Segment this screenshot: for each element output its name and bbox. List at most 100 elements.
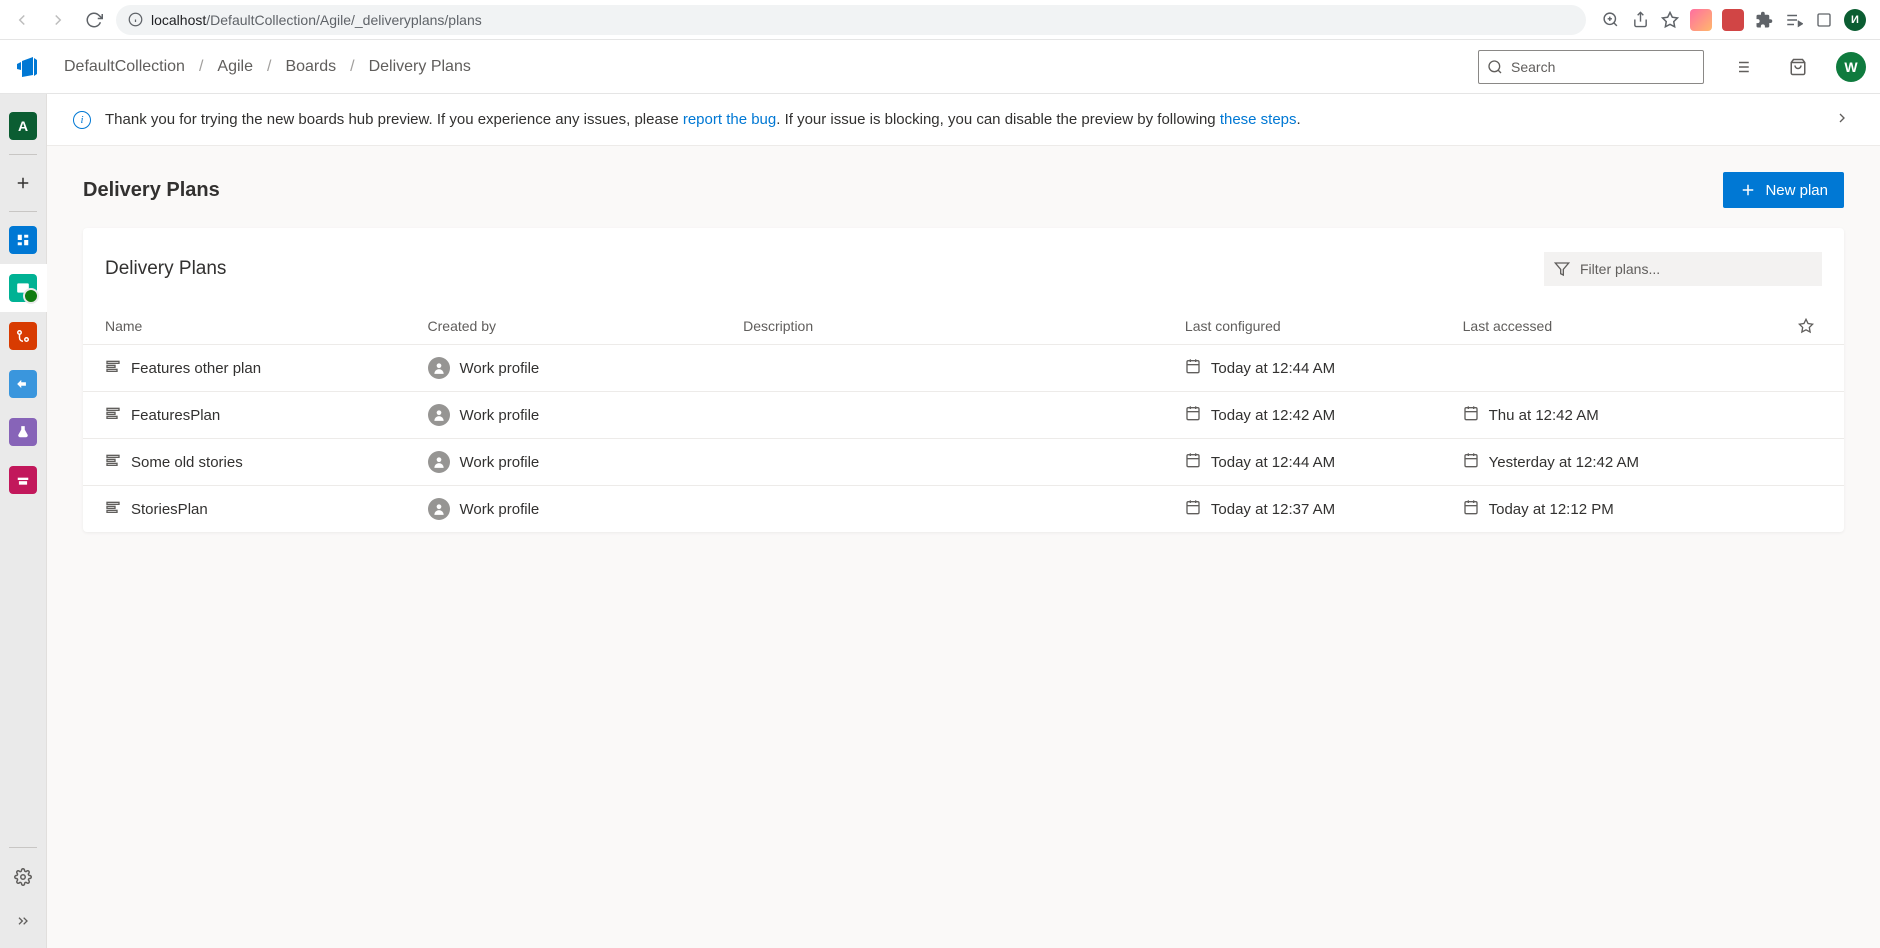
plans-table: Name Created by Description Last configu…: [83, 308, 1844, 532]
banner-next-button[interactable]: [1830, 106, 1854, 134]
rail-separator: [9, 154, 37, 155]
last-accessed-text: Yesterday at 12:42 AM: [1489, 454, 1639, 471]
bookmark-button[interactable]: [1660, 10, 1680, 30]
plan-icon: [105, 452, 121, 472]
expand-tile[interactable]: [0, 902, 47, 940]
filter-input[interactable]: [1580, 261, 1812, 277]
main-content: i Thank you for trying the new boards hu…: [47, 94, 1880, 948]
col-favorite[interactable]: [1768, 308, 1844, 345]
gear-icon: [14, 868, 32, 886]
forward-button[interactable]: [44, 6, 72, 34]
filter-box[interactable]: [1544, 252, 1822, 286]
reload-icon: [85, 11, 103, 29]
share-icon: [1632, 11, 1649, 28]
left-rail: A: [0, 94, 47, 948]
last-accessed-text: Thu at 12:42 AM: [1489, 407, 1599, 424]
playlist-button[interactable]: [1784, 10, 1804, 30]
calendar-icon: [1185, 499, 1201, 519]
back-button[interactable]: [8, 6, 36, 34]
overview-tile[interactable]: [0, 216, 47, 264]
browser-profile-avatar[interactable]: И: [1844, 9, 1866, 31]
card-title: Delivery Plans: [105, 258, 226, 280]
testplans-icon: [9, 418, 37, 446]
breadcrumb-item-0[interactable]: DefaultCollection: [64, 58, 185, 76]
reload-button[interactable]: [80, 6, 108, 34]
breadcrumb: DefaultCollection / Agile / Boards / Del…: [64, 58, 471, 76]
plus-icon: [1739, 181, 1757, 199]
boards-icon: [9, 274, 37, 302]
address-bar[interactable]: localhost/DefaultCollection/Agile/_deliv…: [116, 5, 1586, 35]
repos-tile[interactable]: [0, 312, 47, 360]
col-last-accessed[interactable]: Last accessed: [1453, 308, 1769, 345]
last-configured-text: Today at 12:44 AM: [1211, 360, 1335, 377]
report-bug-link[interactable]: report the bug: [683, 111, 776, 128]
info-banner: i Thank you for trying the new boards hu…: [47, 94, 1880, 146]
breadcrumb-sep: /: [267, 58, 271, 76]
user-avatar[interactable]: W: [1836, 52, 1866, 82]
these-steps-link[interactable]: these steps: [1220, 111, 1297, 128]
plans-card: Delivery Plans Name Created by Descripti…: [83, 228, 1844, 532]
testplans-tile[interactable]: [0, 408, 47, 456]
table-row[interactable]: Features other plan Work profile Today at …: [83, 345, 1844, 392]
artifacts-tile[interactable]: [0, 456, 47, 504]
created-by-name: Work profile: [460, 360, 540, 377]
table-row[interactable]: StoriesPlanWork profileToday at 12:37 AM…: [83, 486, 1844, 533]
table-row[interactable]: Some old storiesWork profileToday at 12:…: [83, 439, 1844, 486]
zoom-button[interactable]: [1600, 10, 1620, 30]
person-icon: [428, 498, 450, 520]
list-button[interactable]: [1724, 49, 1760, 85]
breadcrumb-sep: /: [350, 58, 354, 76]
breadcrumb-item-3[interactable]: Delivery Plans: [369, 58, 471, 76]
boards-tile[interactable]: [0, 264, 47, 312]
avatar-initial: И: [1851, 14, 1859, 26]
panel-icon: [1816, 12, 1832, 28]
extension-icon-2[interactable]: [1722, 9, 1744, 31]
star-outline-icon: [1798, 318, 1814, 334]
col-name[interactable]: Name: [83, 308, 418, 345]
plan-icon: [105, 405, 121, 425]
avatar-initial: W: [1844, 59, 1857, 75]
info-circle-icon: [128, 12, 143, 27]
col-last-configured[interactable]: Last configured: [1175, 308, 1453, 345]
last-configured-text: Today at 12:37 AM: [1211, 501, 1335, 518]
magnify-plus-icon: [1602, 11, 1619, 28]
list-icon: [1733, 58, 1751, 76]
plan-name: Features other plan: [131, 360, 261, 377]
filter-icon: [1554, 261, 1570, 277]
calendar-icon: [1463, 405, 1479, 425]
search-icon: [1487, 59, 1503, 75]
calendar-icon: [1185, 452, 1201, 472]
global-search[interactable]: [1478, 50, 1704, 84]
azure-devops-logo[interactable]: [14, 54, 40, 80]
search-input[interactable]: [1511, 59, 1695, 75]
arrow-left-icon: [13, 11, 31, 29]
breadcrumb-sep: /: [199, 58, 203, 76]
table-row[interactable]: FeaturesPlanWork profileToday at 12:42 A…: [83, 392, 1844, 439]
plan-icon: [105, 358, 121, 378]
star-icon: [1661, 11, 1679, 29]
devops-logo-icon: [15, 55, 39, 79]
extensions-button[interactable]: [1754, 10, 1774, 30]
browser-toolbar: localhost/DefaultCollection/Agile/_deliv…: [0, 0, 1880, 40]
panel-button[interactable]: [1814, 10, 1834, 30]
pipelines-tile[interactable]: [0, 360, 47, 408]
extension-icon-1[interactable]: [1690, 9, 1712, 31]
market-button[interactable]: [1780, 49, 1816, 85]
share-button[interactable]: [1630, 10, 1650, 30]
project-tile[interactable]: A: [0, 102, 47, 150]
breadcrumb-item-1[interactable]: Agile: [217, 58, 253, 76]
new-plan-button[interactable]: New plan: [1723, 172, 1844, 208]
person-icon: [428, 404, 450, 426]
last-configured-text: Today at 12:44 AM: [1211, 454, 1335, 471]
plan-icon: [105, 499, 121, 519]
col-created-by[interactable]: Created by: [418, 308, 734, 345]
plan-name: FeaturesPlan: [131, 407, 220, 424]
project-avatar-icon: A: [9, 112, 37, 140]
settings-tile[interactable]: [0, 858, 47, 896]
new-item-tile[interactable]: [0, 159, 47, 207]
breadcrumb-item-2[interactable]: Boards: [285, 58, 336, 76]
rail-separator: [9, 847, 37, 848]
app-header: DefaultCollection / Agile / Boards / Del…: [0, 40, 1880, 94]
double-chevron-right-icon: [15, 913, 31, 929]
col-description[interactable]: Description: [733, 308, 1175, 345]
